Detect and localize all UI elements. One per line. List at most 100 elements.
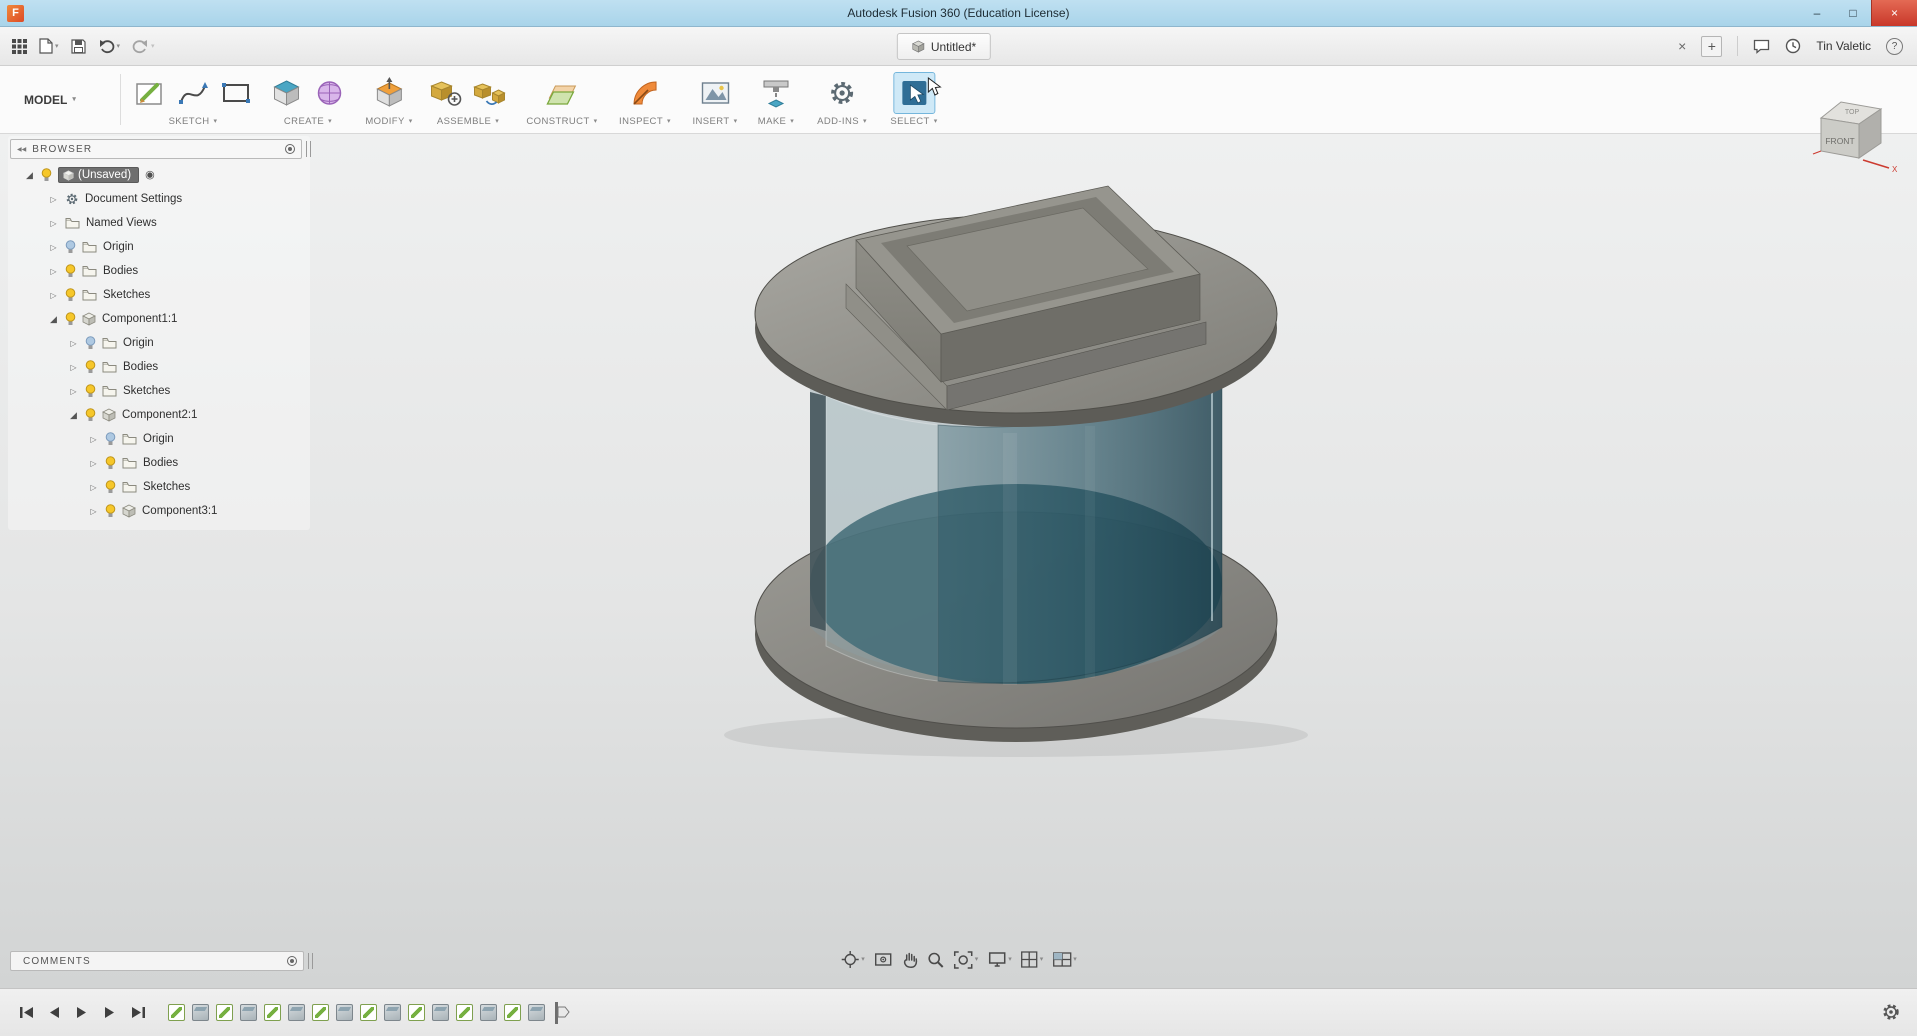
visibility-bulb-icon[interactable] [41,167,52,183]
tree-item-root[interactable]: ◢ (Unsaved) ◉ [24,163,155,187]
timeline-settings-gear-icon[interactable] [1881,1002,1901,1027]
browser-panel-grip[interactable] [306,141,311,157]
timeline-feature-extrude-icon[interactable] [480,1004,497,1021]
viewcube[interactable]: TOP FRONT X [1805,88,1898,176]
insert-canvas-icon[interactable] [695,73,735,113]
expand-arrow-icon[interactable]: ▷ [48,243,59,252]
press-pull-icon[interactable] [369,73,409,113]
inspect-menu[interactable]: INSPECT ▾ [619,116,671,127]
comments-bubble-icon[interactable] [1753,39,1770,54]
timeline-feature-extrude-icon[interactable] [432,1004,449,1021]
go-to-start-button[interactable] [16,1004,36,1022]
create-form-icon[interactable] [310,73,350,113]
tree-item-bodies[interactable]: ▷ Bodies [68,355,158,379]
tree-item-origin[interactable]: ▷ Origin [88,427,174,451]
document-tab[interactable]: Untitled* [896,33,992,60]
orbit-button[interactable]: ▾ [840,950,865,969]
tree-item-origin[interactable]: ▷ Origin [68,331,154,355]
new-component-icon[interactable] [427,73,467,113]
make-menu[interactable]: MAKE ▾ [758,116,794,127]
visibility-bulb-icon[interactable] [85,407,96,423]
visibility-bulb-icon[interactable] [65,263,76,279]
tree-item-origin[interactable]: ▷ Origin [48,235,134,259]
recent-activity-clock-icon[interactable] [1785,38,1801,54]
workspace-selector[interactable]: MODEL ▾ [24,66,76,133]
timeline-feature-extrude-icon[interactable] [336,1004,353,1021]
timeline-feature-extrude-icon[interactable] [192,1004,209,1021]
comments-bar[interactable]: COMMENTS [10,951,304,971]
visibility-bulb-icon[interactable] [105,455,116,471]
timeline-feature-sketch-icon[interactable] [456,1004,473,1021]
step-forward-button[interactable] [100,1004,120,1022]
expand-arrow-icon[interactable]: ◢ [68,410,79,421]
timeline-feature-sketch-icon[interactable] [360,1004,377,1021]
measure-icon[interactable] [625,73,665,113]
close-tab-icon[interactable]: × [1678,38,1686,54]
create-menu[interactable]: CREATE ▾ [284,116,332,127]
expand-arrow-icon[interactable]: ▷ [88,507,99,516]
redo-icon[interactable]: ▾ [132,39,155,54]
tree-item-component1[interactable]: ◢ Component1:1 [48,307,177,331]
play-button[interactable] [72,1004,92,1022]
close-button[interactable]: × [1871,0,1917,26]
joint-icon[interactable] [470,73,510,113]
insert-menu[interactable]: INSERT ▾ [693,116,738,127]
timeline-feature-extrude-icon[interactable] [288,1004,305,1021]
look-at-button[interactable] [874,951,893,968]
save-icon[interactable] [70,38,86,54]
tree-item-sketches[interactable]: ▷ Sketches [48,283,150,307]
create-solid-icon[interactable] [267,73,307,113]
display-settings-button[interactable]: ▾ [987,951,1012,968]
select-tool-icon[interactable] [893,71,942,114]
addins-gear-icon[interactable] [822,73,862,113]
expand-arrow-icon[interactable]: ◢ [24,170,35,181]
collapse-panel-icon[interactable]: ◀◀ [11,146,32,153]
select-menu[interactable]: SELECT ▾ [890,116,937,127]
comments-toggle-icon[interactable] [287,956,297,966]
sketch-menu[interactable]: SKETCH ▾ [169,116,218,127]
tree-item-component2[interactable]: ◢ Component2:1 [68,403,197,427]
data-panel-grid-icon[interactable] [12,38,27,54]
timeline-feature-sketch-icon[interactable] [168,1004,185,1021]
construct-menu[interactable]: CONSTRUCT ▾ [526,116,597,127]
make-3dprint-icon[interactable] [756,73,796,113]
assemble-menu[interactable]: ASSEMBLE ▾ [437,116,499,127]
zoom-button[interactable] [927,951,945,969]
root-document-chip[interactable]: (Unsaved) [58,167,140,183]
visibility-bulb-icon[interactable] [65,287,76,303]
tree-item-component3[interactable]: ▷ Component3:1 [88,499,217,523]
go-to-end-button[interactable] [128,1004,148,1022]
addins-menu[interactable]: ADD-INS ▾ [817,116,867,127]
visibility-bulb-icon[interactable] [65,311,76,327]
construction-plane-icon[interactable] [542,73,582,113]
expand-arrow-icon[interactable]: ▷ [88,459,99,468]
visibility-bulb-off-icon[interactable] [105,431,116,447]
fit-view-button[interactable]: ▾ [953,950,978,969]
timeline-feature-extrude-icon[interactable] [528,1004,545,1021]
pan-button[interactable] [902,951,918,969]
tree-item-sketches[interactable]: ▷ Sketches [68,379,170,403]
tree-item-named-views[interactable]: ▷ Named Views [48,211,156,235]
expand-arrow-icon[interactable]: ◢ [48,314,59,325]
panel-display-toggle-icon[interactable] [285,144,295,154]
tree-item-bodies[interactable]: ▷ Bodies [48,259,138,283]
expand-arrow-icon[interactable]: ▷ [88,483,99,492]
minimize-button[interactable]: – [1799,0,1835,26]
timeline-feature-sketch-icon[interactable] [504,1004,521,1021]
comments-panel-grip[interactable] [308,953,313,969]
timeline-feature-extrude-icon[interactable] [240,1004,257,1021]
rectangle-tool-icon[interactable] [216,73,256,113]
tree-item-sketches[interactable]: ▷ Sketches [88,475,190,499]
tree-item-document-settings[interactable]: ▷ Document Settings [48,187,182,211]
modify-menu[interactable]: MODIFY ▾ [365,116,412,127]
visibility-bulb-off-icon[interactable] [65,239,76,255]
browser-header[interactable]: ◀◀ BROWSER [10,139,302,159]
expand-arrow-icon[interactable]: ▷ [48,267,59,276]
expand-arrow-icon[interactable]: ▷ [48,195,59,204]
timeline-feature-sketch-icon[interactable] [312,1004,329,1021]
timeline-feature-sketch-icon[interactable] [216,1004,233,1021]
activate-component-radio[interactable]: ◉ [145,169,155,181]
timeline-feature-sketch-icon[interactable] [408,1004,425,1021]
expand-arrow-icon[interactable]: ▷ [48,219,59,228]
timeline-scrubber[interactable] [553,1001,571,1025]
